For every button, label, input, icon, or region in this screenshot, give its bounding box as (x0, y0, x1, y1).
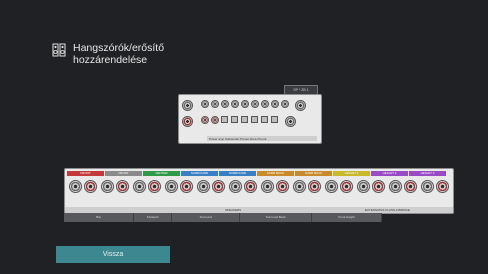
speaker-channel-label: FRONT (67, 171, 104, 176)
amp-jack-row-top (182, 100, 308, 111)
speaker-jack (84, 180, 97, 193)
speaker-jack (421, 180, 434, 193)
screen-header: Hangszórók/erősítő hozzárendelése (52, 42, 164, 66)
speaker-jack (148, 180, 161, 193)
speaker-jack (357, 180, 370, 193)
speaker-jack (69, 180, 82, 193)
speaker-channel-label: FRONT (105, 171, 142, 176)
assignment-cell: Surround (172, 213, 241, 222)
amp-terminal (261, 116, 268, 123)
amp-jack (231, 100, 239, 108)
amp-caption: Power amp Subwoofer Preout Zone Preout (209, 137, 267, 141)
speaker-pair-icon (52, 43, 66, 57)
speaker-channel-labels: FRONT FRONT CENTER SURROUND SURROUND SURR BAC… (67, 171, 447, 176)
speaker-jack (308, 180, 321, 193)
amp-jack (261, 100, 269, 108)
assignment-cell: Bal (64, 213, 134, 222)
speaker-jack (229, 180, 242, 193)
speaker-jack (197, 180, 210, 193)
speaker-jack (165, 180, 178, 193)
amp-jack (201, 116, 209, 124)
speaker-jack (101, 180, 114, 193)
assignment-cell: Front Height (312, 213, 383, 222)
speaker-jack (340, 180, 353, 193)
speaker-jack (372, 180, 385, 193)
speaker-jack (133, 180, 146, 193)
speaker-jack (244, 180, 257, 193)
amp-jack (182, 100, 193, 111)
speaker-channel-label: HEIGHT 3 (409, 171, 446, 176)
amp-terminal (271, 116, 278, 123)
speaker-jack (389, 180, 402, 193)
amp-terminal (251, 116, 258, 123)
page-title: Hangszórók/erősítő hozzárendelése (73, 42, 165, 66)
amp-terminal (231, 116, 238, 123)
speaker-jack (436, 180, 449, 193)
speaker-caption-left: SPEAKERS (225, 208, 242, 212)
amp-jack (211, 116, 219, 124)
speaker-jack (116, 180, 129, 193)
speaker-terminal-panel: FRONT FRONT CENTER SURROUND SURROUND SURR BAC… (64, 168, 454, 214)
speaker-channel-label: HEIGHT 1 (333, 171, 370, 176)
speaker-channel-label: CENTER (143, 171, 180, 176)
amp-terminal (241, 116, 248, 123)
amp-jack (211, 100, 219, 108)
amp-jack (182, 116, 193, 127)
speaker-jack (261, 180, 274, 193)
assignment-cell: Surround Back (240, 213, 313, 222)
amp-jack (241, 100, 249, 108)
amp-jack (285, 116, 296, 127)
speaker-jack (276, 180, 289, 193)
speaker-channel-label: SURR BACK (257, 171, 294, 176)
setup-screen: Hangszórók/erősítő hozzárendelése SP * Z… (0, 0, 488, 274)
amp-jack (281, 100, 289, 108)
assignment-cell: Középső (134, 213, 173, 222)
amp-jack (295, 100, 306, 111)
speaker-jack (180, 180, 193, 193)
back-button[interactable]: Vissza (56, 246, 170, 263)
speaker-jack (293, 180, 306, 193)
speaker-jack (404, 180, 417, 193)
assignment-strip: Bal Középső Surround Surround Back Front Hei… (64, 213, 383, 222)
speaker-jack-row (69, 180, 453, 193)
speaker-jack (325, 180, 338, 193)
amp-jack (221, 100, 229, 108)
speaker-channel-label: HEIGHT 2 (371, 171, 408, 176)
amp-terminal (221, 116, 228, 123)
amp-jack (271, 100, 279, 108)
amp-jack (201, 100, 209, 108)
amp-terminal-panel: Power amp Subwoofer Preout Zone Preout (178, 94, 322, 144)
speaker-caption-right: EXTENSIONS CLASS A BRIDGE (365, 208, 410, 212)
speaker-channel-label: SURROUND (181, 171, 218, 176)
speaker-channel-label: SURR BACK (295, 171, 332, 176)
amp-jack (251, 100, 259, 108)
amp-jack-row-bottom (182, 116, 298, 127)
speaker-channel-label: SURROUND (219, 171, 256, 176)
speaker-jack (212, 180, 225, 193)
